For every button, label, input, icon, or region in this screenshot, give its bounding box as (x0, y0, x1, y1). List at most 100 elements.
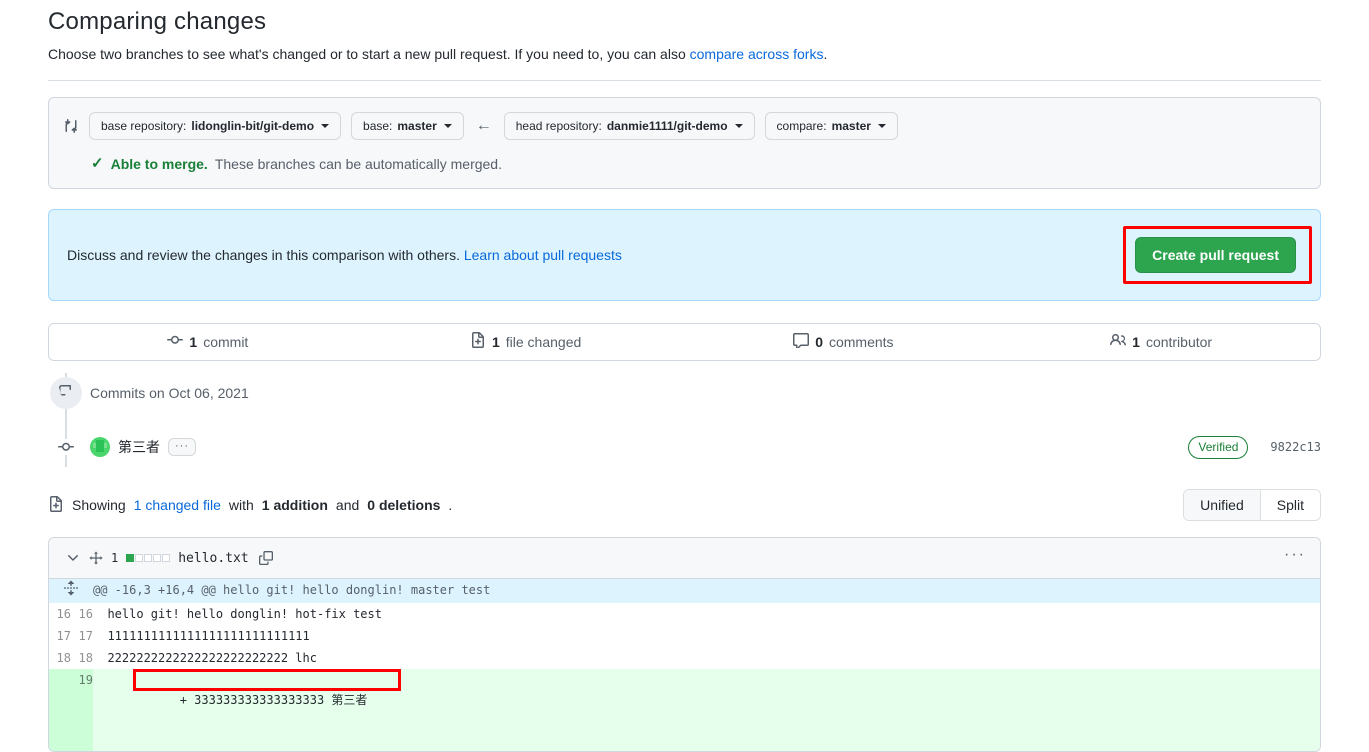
stat-contributors[interactable]: 1 contributor (1002, 332, 1320, 353)
line-number-old[interactable]: 16 (49, 603, 71, 625)
base-branch-label: base: (363, 119, 393, 133)
diff-row: 17 17 1111111111111111111111111111 (49, 625, 1320, 647)
file-diff-icon (470, 331, 486, 353)
check-icon: ✓ (91, 155, 104, 172)
diffstat (126, 554, 171, 562)
head-repository-label: head repository: (515, 119, 602, 133)
verified-badge[interactable]: Verified (1188, 435, 1249, 459)
stat-files-changed-label: file changed (505, 334, 582, 350)
merge-status-headline: Able to merge. (110, 156, 208, 172)
diff-line-code-added: + 333333333333333333 第三者 (93, 669, 1320, 751)
commit-meta: Verified 9822c13 (1188, 435, 1321, 459)
stat-comments[interactable]: 0 comments (685, 332, 1003, 353)
diff-line-code: 1111111111111111111111111111 (93, 625, 1320, 647)
learn-about-pull-requests-link[interactable]: Learn about pull requests (464, 247, 622, 263)
head-repository-value: danmie1111/git-demo (606, 119, 728, 133)
chevron-down-icon (443, 124, 452, 128)
expand-hunk-button[interactable] (49, 579, 93, 603)
chevron-down-icon (321, 124, 330, 128)
unified-view-button[interactable]: Unified (1184, 490, 1260, 520)
line-number-old[interactable] (49, 669, 71, 751)
commits-timeline: Commits on Oct 06, 2021 第三者 ··· Verified… (48, 373, 1321, 467)
subtitle-text-after: . (823, 46, 828, 62)
base-branch-selector[interactable]: base: master (351, 112, 464, 140)
diff-summary-text: Showing 1 changed file with 1 addition a… (48, 495, 453, 515)
stat-comments-label: comments (828, 334, 894, 350)
diffstat-square-added (126, 554, 135, 562)
summary-period: . (448, 497, 453, 513)
chevron-down-icon (877, 124, 886, 128)
discuss-banner: Discuss and review the changes in this c… (48, 209, 1321, 301)
commit-row: 第三者 ··· Verified 9822c13 (48, 427, 1321, 467)
diff-row-added: 19 + 333333333333333333 第三者 (49, 669, 1320, 751)
and-label: and (335, 497, 360, 513)
line-number-old[interactable]: 18 (49, 647, 71, 669)
changed-file-link[interactable]: 1 changed file (134, 497, 221, 513)
copy-icon[interactable] (258, 551, 273, 565)
diff-body: @@ -16,3 +16,4 @@ hello git! hello dongl… (49, 579, 1320, 751)
diff-table: @@ -16,3 +16,4 @@ hello git! hello dongl… (49, 579, 1320, 751)
stat-files-changed[interactable]: 1 file changed (367, 331, 685, 353)
stat-comments-count: 0 (815, 334, 823, 350)
stat-commits-count: 1 (189, 334, 198, 350)
diff-row: 18 18 2222222222222222222222222 lhc (49, 647, 1320, 669)
commit-main: 第三者 ··· (90, 437, 196, 457)
diffstat-square-neutral (144, 554, 153, 562)
commits-date-row: Commits on Oct 06, 2021 (48, 373, 1321, 413)
line-number-new[interactable]: 18 (71, 647, 93, 669)
compare-across-forks-link[interactable]: compare across forks (690, 46, 824, 62)
branch-selector-box: base repository: lidonglin-bit/git-demo … (48, 97, 1321, 189)
diff-summary: Showing 1 changed file with 1 addition a… (48, 489, 1321, 521)
split-view-button[interactable]: Split (1259, 490, 1320, 520)
compare-branch-label: compare: (776, 119, 827, 133)
merge-status: ✓ Able to merge. These branches can be a… (91, 154, 1304, 174)
line-number-new[interactable]: 16 (71, 603, 93, 625)
commits-date-label: Commits on Oct 06, 2021 (90, 385, 249, 401)
head-repository-selector[interactable]: head repository: danmie1111/git-demo (503, 112, 755, 140)
file-options-menu[interactable]: ··· (1284, 547, 1306, 566)
move-icon[interactable] (89, 551, 103, 565)
create-pull-request-annotation: Create pull request (1123, 226, 1312, 284)
stat-commits-label: commit (203, 334, 249, 350)
avatar[interactable] (90, 437, 110, 457)
chevron-down-icon (734, 124, 743, 128)
people-icon (1110, 332, 1127, 353)
create-pull-request-button[interactable]: Create pull request (1135, 237, 1296, 273)
diff-view-toggle: Unified Split (1183, 489, 1321, 521)
stat-files-changed-count: 1 (491, 334, 500, 350)
commit-expand-button[interactable]: ··· (168, 438, 196, 456)
stat-commits[interactable]: 1 commit (49, 332, 367, 353)
line-number-new[interactable]: 17 (71, 625, 93, 647)
stat-contributors-count: 1 (1132, 334, 1140, 350)
subtitle-text-before: Choose two branches to see what's change… (48, 46, 690, 62)
with-label: with (228, 497, 254, 513)
deletions-count: 0 deletions (367, 497, 441, 513)
file-name[interactable]: hello.txt (178, 551, 248, 566)
page-title: Comparing changes (48, 8, 267, 35)
base-repository-selector[interactable]: base repository: lidonglin-bit/git-demo (89, 112, 342, 140)
chevron-down-icon[interactable] (65, 550, 81, 566)
commit-sha[interactable]: 9822c13 (1270, 440, 1321, 454)
discuss-text: Discuss and review the changes in this c… (65, 247, 622, 263)
arrow-left-icon: ← (475, 117, 492, 134)
diffstat-square-neutral (162, 554, 171, 562)
line-number-old[interactable]: 17 (49, 625, 71, 647)
file-diff-icon (48, 495, 64, 515)
line-number-new[interactable]: 19 (71, 669, 93, 751)
compare-branch-value: master (831, 119, 871, 133)
repo-push-icon (50, 377, 82, 409)
file-diff-header: 1 hello.txt ··· (49, 538, 1320, 579)
commit-message[interactable]: 第三者 (118, 437, 160, 457)
branch-selector-row: base repository: lidonglin-bit/git-demo … (63, 112, 1304, 140)
file-diff: 1 hello.txt ··· @@ -16,3 +16,4 @@ hello … (48, 537, 1321, 752)
stat-contributors-label: contributor (1145, 334, 1213, 350)
compare-branch-selector[interactable]: compare: master (764, 112, 898, 140)
diffstat-square-neutral (153, 554, 162, 562)
file-header-left: 1 hello.txt (65, 550, 273, 566)
comment-icon (793, 332, 810, 353)
diff-line-code: hello git! hello donglin! hot-fix test (93, 603, 1320, 625)
diffstat-square-neutral (135, 554, 144, 562)
base-repository-value: lidonglin-bit/git-demo (191, 119, 315, 133)
diff-line-code: 2222222222222222222222222 lhc (93, 647, 1320, 669)
commit-dot-icon (58, 439, 74, 455)
